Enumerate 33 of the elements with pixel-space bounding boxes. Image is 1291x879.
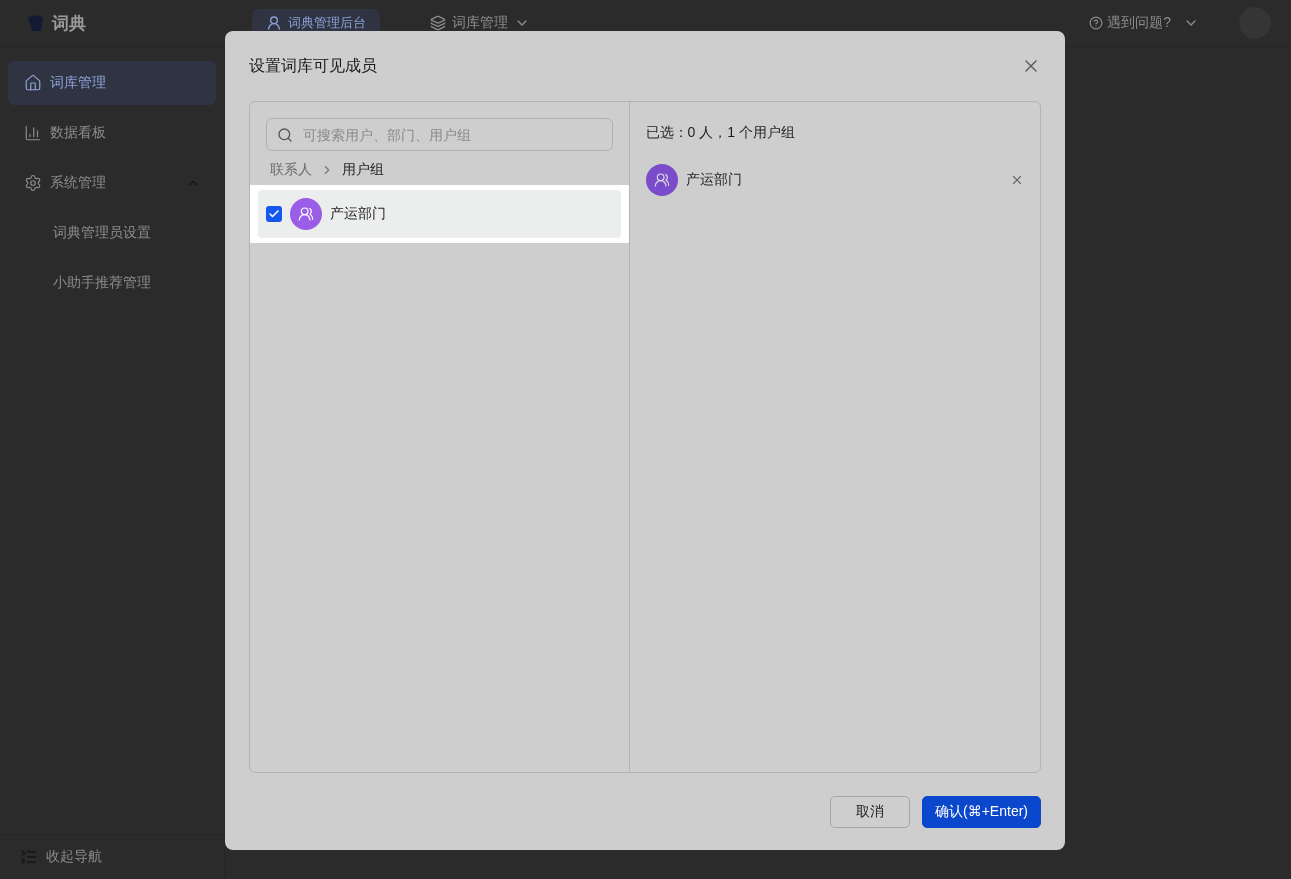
- sidebar-item[interactable]: 小助手推荐管理: [8, 261, 216, 305]
- book-logo-icon: [26, 14, 46, 32]
- search-icon: [277, 126, 293, 143]
- home-icon: [24, 74, 42, 92]
- sidebar-item[interactable]: 数据看板: [8, 111, 216, 155]
- search-field[interactable]: 可搜索用户、部门、用户组: [266, 118, 613, 151]
- search-input[interactable]: 可搜索用户、部门、用户组: [301, 125, 602, 144]
- settings-icon: [24, 174, 42, 192]
- bar-chart-icon: [24, 124, 42, 142]
- sidebar-item[interactable]: 词典管理员设置: [8, 211, 216, 255]
- sidebar-item[interactable]: 词库管理: [8, 61, 216, 105]
- breadcrumb-item[interactable]: 联系人: [270, 161, 312, 179]
- checkbox[interactable]: [266, 206, 282, 222]
- check-icon: [268, 208, 280, 220]
- help-button[interactable]: 遇到问题?: [1083, 13, 1205, 33]
- user-icon: [266, 15, 282, 31]
- selection-summary: 已选：0 人，1 个用户组: [645, 124, 796, 142]
- help-icon: [1089, 16, 1104, 30]
- layers-icon: [430, 15, 446, 31]
- sidebar-item[interactable]: 系统管理: [8, 161, 216, 205]
- remove-button[interactable]: [1010, 173, 1024, 187]
- group-row[interactable]: 产运部门: [258, 190, 621, 238]
- menu-dropdown[interactable]: 词库管理: [424, 13, 536, 33]
- dialog-title: 设置词库可见成员: [249, 55, 377, 76]
- cancel-button[interactable]: 取消: [830, 795, 911, 828]
- collapse-nav-link[interactable]: 收起导航: [46, 848, 102, 866]
- breadcrumb-item: 用户组: [342, 161, 384, 179]
- confirm-button[interactable]: 确认(⌘+Enter): [922, 795, 1041, 828]
- group-name: 产运部门: [685, 171, 743, 189]
- group-avatar-icon: [290, 198, 322, 230]
- group-avatar-icon: [645, 164, 678, 196]
- group-name: 产运部门: [330, 205, 387, 223]
- app-logo-text: 词典: [52, 12, 86, 35]
